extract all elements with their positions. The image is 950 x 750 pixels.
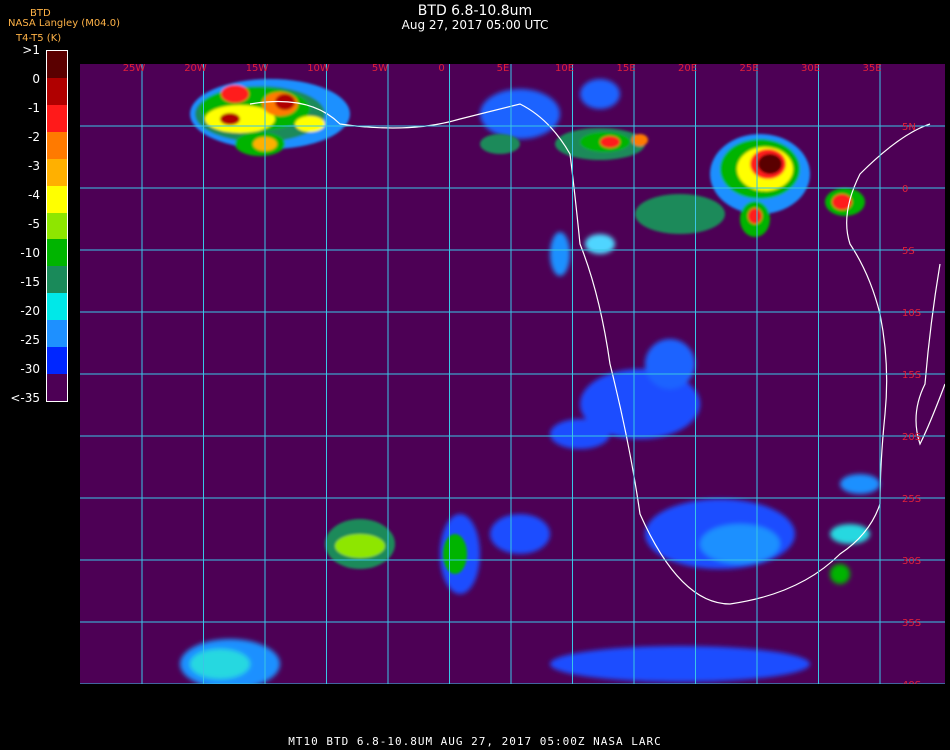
longitude-label: 25W <box>123 64 146 74</box>
scale-swatch <box>47 320 67 348</box>
credit-label: NASA Langley (M04.0) <box>8 18 120 29</box>
longitude-label: 15E <box>616 64 635 74</box>
scale-label: -1 <box>28 101 40 115</box>
scale-label: 0 <box>32 72 40 86</box>
scale-swatch <box>47 77 67 105</box>
latitude-label: 30S <box>902 556 921 567</box>
longitude-label: 20W <box>184 64 207 74</box>
scale-swatch <box>47 293 67 321</box>
latitude-label: 25S <box>902 494 921 505</box>
longitude-label: 5E <box>497 64 510 74</box>
image-timestamp: Aug 27, 2017 05:00 UTC <box>401 18 549 32</box>
scale-swatch <box>47 131 67 159</box>
scale-label: -10 <box>20 246 40 260</box>
scale-label: -25 <box>20 333 40 347</box>
longitude-label: 10E <box>555 64 574 74</box>
map-canvas: 25W 20W 15W 10W 5W 0 5E 10E 15E 20E 25E 30E 35E 5N 0 5S… <box>80 64 945 684</box>
latitude-label: 35S <box>902 618 921 629</box>
scale-label: -30 <box>20 362 40 376</box>
latitude-label: 10S <box>902 308 921 319</box>
longitude-label: 10W <box>307 64 330 74</box>
latitude-label: 5S <box>902 246 915 257</box>
longitude-label: 0 <box>438 64 444 74</box>
scale-swatch <box>47 51 67 78</box>
scale-swatch <box>47 347 67 375</box>
lat-lon-grid: 25W 20W 15W 10W 5W 0 5E 10E 15E 20E 25E 30E 35E 5N 0 5S… <box>80 64 945 684</box>
scale-label: <-35 <box>10 391 40 405</box>
latitude-label: 40S <box>902 680 921 684</box>
latitude-label: 15S <box>902 370 921 381</box>
longitude-label: 25E <box>739 64 758 74</box>
scale-swatch <box>47 185 67 213</box>
satellite-map: 25W 20W 15W 10W 5W 0 5E 10E 15E 20E 25E 30E 35E 5N 0 5S… <box>80 64 945 684</box>
scale-swatch <box>47 239 67 267</box>
color-scale-bar <box>46 50 68 402</box>
longitude-label: 30E <box>801 64 820 74</box>
longitude-label: 35E <box>862 64 881 74</box>
madagascar-coastline <box>915 263 945 446</box>
longitude-label: 15W <box>246 64 269 74</box>
scale-label: >1 <box>22 43 40 57</box>
scale-label: -20 <box>20 304 40 318</box>
scale-swatch <box>47 212 67 240</box>
footer-caption: MT10 BTD 6.8-10.8UM AUG 27, 2017 05:00Z … <box>288 735 662 748</box>
credit-overlay-label: BTD <box>30 8 51 19</box>
latitude-label: 20S <box>902 432 921 443</box>
scale-label: -4 <box>28 188 40 202</box>
scale-swatch <box>47 104 67 132</box>
scale-label: -2 <box>28 130 40 144</box>
convective-clouds <box>190 79 865 574</box>
scale-swatch <box>47 266 67 294</box>
scale-label: -5 <box>28 217 40 231</box>
scale-swatch <box>47 158 67 186</box>
scale-label: -3 <box>28 159 40 173</box>
latitude-label: 0 <box>902 184 908 195</box>
scale-label: -15 <box>20 275 40 289</box>
scale-swatch <box>47 374 67 401</box>
longitude-label: 20E <box>678 64 697 74</box>
latitude-label: 5N <box>902 122 916 133</box>
longitude-label: 5W <box>372 64 388 74</box>
image-title: BTD 6.8-10.8um <box>417 3 533 19</box>
